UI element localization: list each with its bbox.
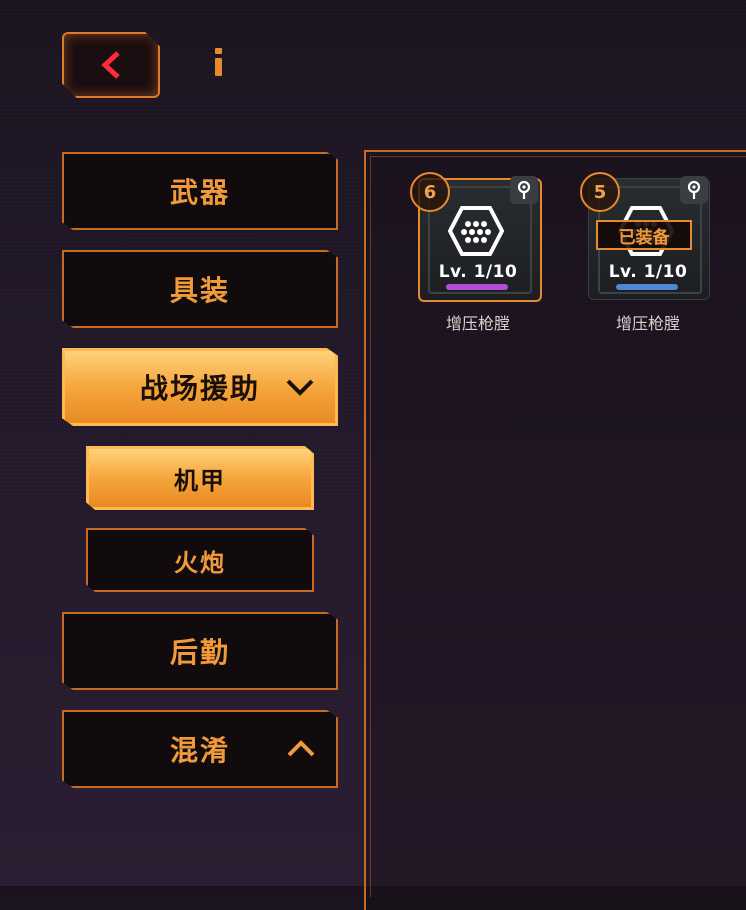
category-weapons[interactable]: 武器 <box>62 152 338 230</box>
category-obfuscation[interactable]: 混淆 <box>62 710 338 788</box>
chevron-down-icon <box>286 379 314 396</box>
item-card[interactable]: 5 已装备 Lv. 1/10 增压枪膛 <box>580 172 714 333</box>
item-level: Lv. 1/10 <box>438 262 518 282</box>
info-icon[interactable] <box>212 48 224 78</box>
item-name: 增压枪膛 <box>445 314 510 333</box>
rarity-bar <box>616 284 678 290</box>
category-armor[interactable]: 具装 <box>62 250 338 328</box>
pin-icon[interactable] <box>680 176 708 204</box>
item-card[interactable]: 6 Lv. 1/10 增压枪膛 <box>410 172 544 333</box>
category-label: 后勤 <box>169 636 230 669</box>
pin-icon[interactable] <box>510 176 538 204</box>
subcategory-mech[interactable]: 机甲 <box>86 446 314 510</box>
rank-badge: 5 <box>580 172 620 212</box>
chevron-up-icon <box>287 740 315 757</box>
category-label: 具装 <box>169 274 230 307</box>
back-button[interactable] <box>62 32 160 98</box>
subcategory-artillery[interactable]: 火炮 <box>86 528 314 592</box>
category-label: 武器 <box>169 176 230 209</box>
item-name: 增压枪膛 <box>615 314 680 333</box>
category-battlefield-support[interactable]: 战场援助 <box>62 348 338 426</box>
subcategory-label: 机甲 <box>174 466 226 495</box>
subcategory-label: 火炮 <box>174 548 226 577</box>
rarity-bar <box>446 284 508 290</box>
chevron-left-icon <box>101 51 120 79</box>
category-label: 混淆 <box>169 734 230 767</box>
item-level: Lv. 1/10 <box>608 262 688 282</box>
category-logistics[interactable]: 后勤 <box>62 612 338 690</box>
hexagon-dots-icon <box>448 206 504 256</box>
category-label: 战场援助 <box>139 372 260 405</box>
equipped-badge: 已装备 <box>596 220 692 250</box>
rank-badge: 6 <box>410 172 450 212</box>
